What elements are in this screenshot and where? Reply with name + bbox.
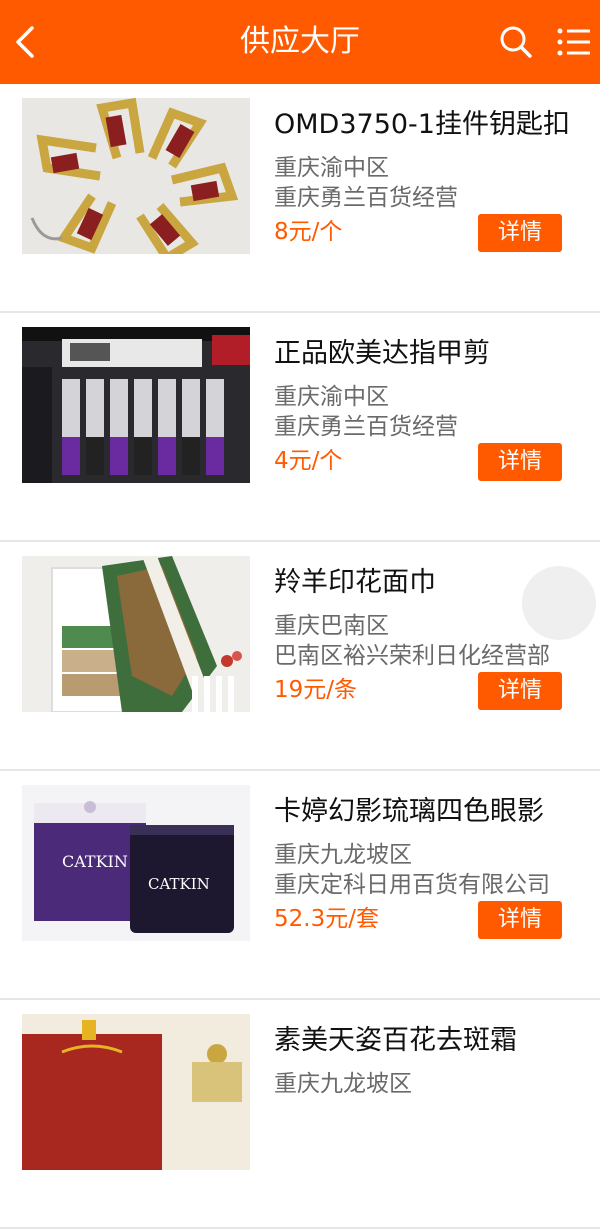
product-name: 素美天姿百花去斑霜 [274,1025,517,1056]
product-region: 重庆巴南区 [274,613,389,639]
product-region: 重庆九龙坡区 [274,1071,412,1097]
menu-button[interactable] [552,20,596,64]
product-price: 4元/个 [274,448,343,474]
brand-text-box: CATKIN [62,852,128,871]
list-item[interactable]: 正品欧美达指甲剪 重庆渝中区 重庆勇兰百货经营 4元/个 详情 [0,313,600,542]
product-name: 羚羊印花面巾 [274,567,436,598]
search-button[interactable] [496,20,536,64]
detail-button[interactable]: 详情 [478,901,562,939]
list-item[interactable]: 素美天姿百花去斑霜 重庆九龙坡区 [0,1000,600,1229]
product-region: 重庆渝中区 [274,384,389,410]
list-item[interactable]: OMD3750-1挂件钥匙扣 重庆渝中区 重庆勇兰百货经营 8元/个 详情 [0,84,600,313]
list-item[interactable]: CATKIN CATKIN 卡婷幻影琉璃四色眼影 重庆九龙坡区 重庆定科日用百货… [0,771,600,1000]
detail-button[interactable]: 详情 [478,672,562,710]
product-region: 重庆九龙坡区 [274,842,412,868]
product-image-keychain [22,98,250,254]
product-image-towel [22,556,250,712]
search-icon [500,26,532,58]
supply-list: OMD3750-1挂件钥匙扣 重庆渝中区 重庆勇兰百货经营 8元/个 详情 正品… [0,84,600,1229]
product-seller: 重庆勇兰百货经营 [274,414,458,440]
product-name: OMD3750-1挂件钥匙扣 [274,109,570,140]
floating-scroll-handle[interactable] [522,566,596,640]
product-name: 正品欧美达指甲剪 [274,338,490,369]
product-seller: 巴南区裕兴荣利日化经营部 [274,643,550,669]
product-image-cream [22,1014,250,1170]
product-name: 卡婷幻影琉璃四色眼影 [274,796,544,827]
product-price: 8元/个 [274,219,343,245]
top-bar: 供应大厅 [0,0,600,84]
menu-icon [557,28,590,56]
product-seller: 重庆勇兰百货经营 [274,185,458,211]
product-price: 52.3元/套 [274,906,379,932]
product-seller: 重庆定科日用百货有限公司 [274,872,550,898]
product-image-nail-clipper [22,327,250,483]
detail-button[interactable]: 详情 [478,443,562,481]
product-region: 重庆渝中区 [274,155,389,181]
list-item[interactable]: 羚羊印花面巾 重庆巴南区 巴南区裕兴荣利日化经营部 19元/条 详情 [0,542,600,771]
brand-text-case: CATKIN [148,875,210,893]
product-price: 19元/条 [274,677,358,703]
product-image-eyeshadow: CATKIN CATKIN [22,785,250,941]
detail-button[interactable]: 详情 [478,214,562,252]
